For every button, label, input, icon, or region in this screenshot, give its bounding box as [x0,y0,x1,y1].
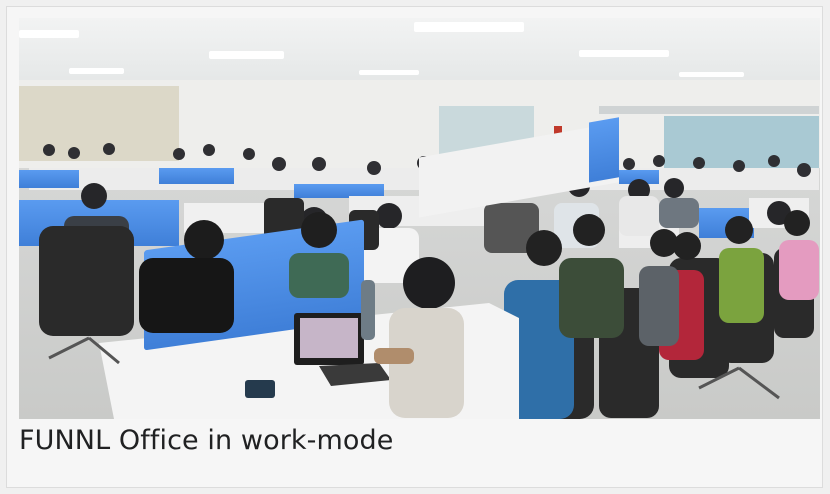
left-wall-panel [19,86,179,161]
figure-card: FUNNL Office in work-mode [6,6,823,488]
duct [599,106,819,114]
office-photo [19,18,820,419]
figure-caption: FUNNL Office in work-mode [19,425,394,456]
office-photo-illustration [19,18,820,419]
